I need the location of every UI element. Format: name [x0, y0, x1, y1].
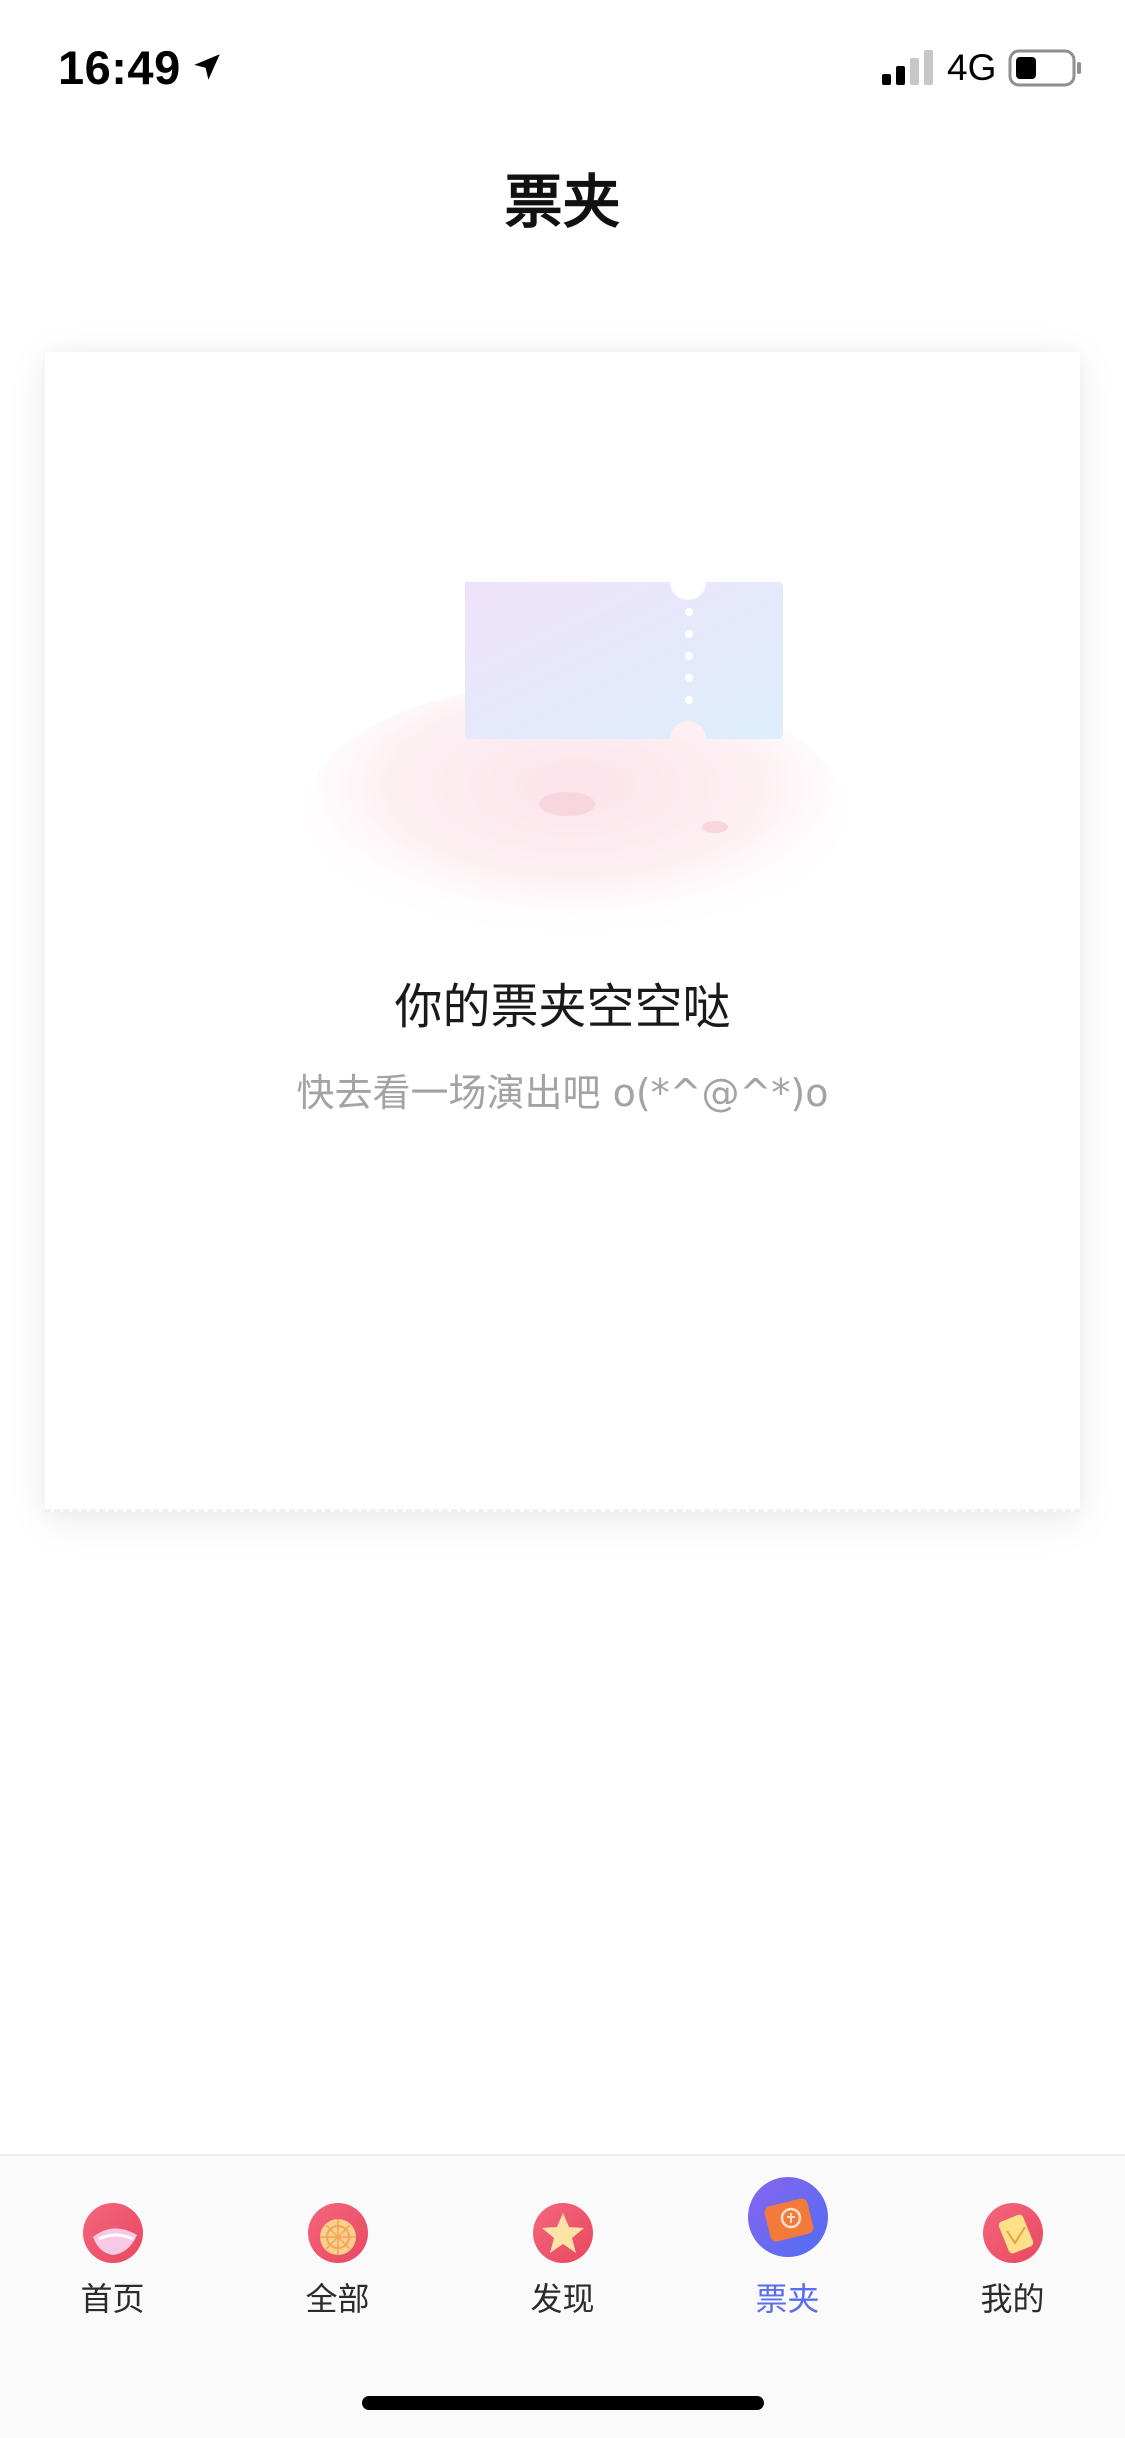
- tab-profile[interactable]: 我的: [900, 2156, 1125, 2318]
- tab-label-home: 首页: [80, 2280, 145, 2318]
- home-indicator: [362, 2396, 764, 2410]
- empty-state-title: 你的票夹空空哒: [394, 979, 731, 1035]
- discover-icon: [532, 2203, 593, 2263]
- home-icon: [82, 2203, 143, 2263]
- page-title: 票夹: [504, 168, 621, 236]
- tab-label-profile: 我的: [980, 2280, 1045, 2318]
- tab-home[interactable]: 首页: [0, 2156, 225, 2318]
- status-bar: 16:49 4G: [0, 0, 1125, 140]
- card-dashed-edge: [45, 1509, 1080, 1512]
- tab-label-discover: 发现: [530, 2280, 595, 2318]
- empty-ticket-illustration: [305, 582, 845, 942]
- empty-ticket-card: 你的票夹空空哒 快去看一场演出吧 o(*^@^*)o: [45, 352, 1080, 1512]
- profile-vip-icon: [982, 2203, 1043, 2263]
- location-arrow-icon: [194, 54, 220, 80]
- ticket-wallet-icon: [747, 2177, 828, 2257]
- tab-all[interactable]: 全部: [225, 2156, 450, 2318]
- all-icon: [307, 2203, 368, 2263]
- tab-ticket-wallet[interactable]: 票夹: [675, 2156, 900, 2318]
- signal-icon: [882, 50, 933, 85]
- status-time: 16:49: [58, 41, 181, 94]
- battery-icon: [1008, 49, 1081, 87]
- empty-state-subtitle: 快去看一场演出吧 o(*^@^*)o: [296, 1071, 829, 1115]
- tab-label-all: 全部: [305, 2280, 370, 2318]
- network-type: 4G: [947, 47, 997, 88]
- tab-discover[interactable]: 发现: [450, 2156, 675, 2318]
- tab-label-ticket-wallet: 票夹: [755, 2280, 820, 2318]
